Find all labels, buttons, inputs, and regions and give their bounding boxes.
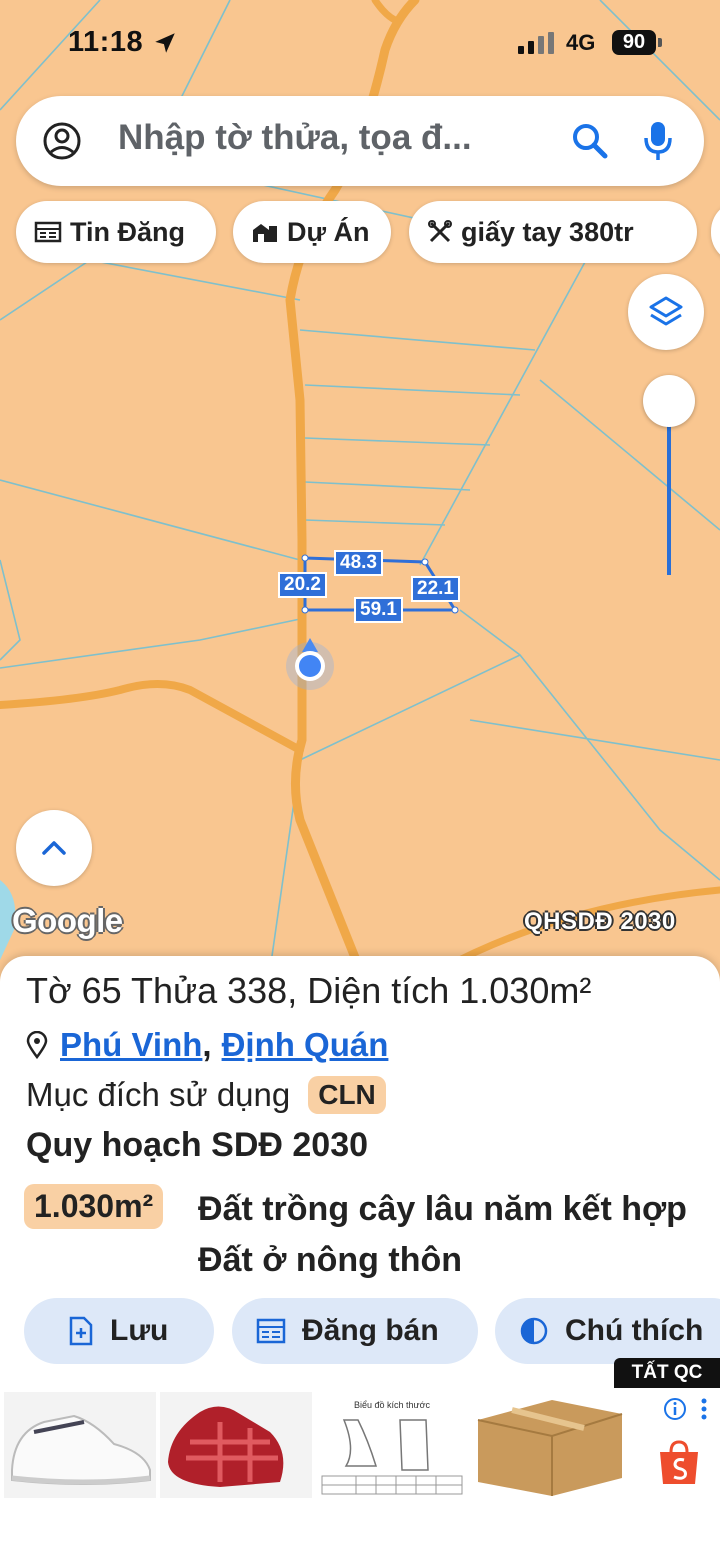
more-vert-icon[interactable] — [700, 1397, 708, 1421]
planning-title: Quy hoạch SDĐ 2030 — [26, 1126, 369, 1164]
ad-banner[interactable]: Biểu đồ kích thước — [0, 1388, 720, 1559]
save-label: Lưu — [110, 1314, 169, 1347]
map-view[interactable]: 48.3 20.2 22.1 59.1 11:18 4G 90 Nhập tờ … — [0, 0, 720, 970]
parcel-location: Phú Vinh , Định Quán — [26, 1026, 388, 1064]
post-sale-button[interactable]: Đăng bán — [232, 1298, 478, 1364]
ad-product-red-sandal[interactable] — [160, 1392, 312, 1498]
news-icon — [34, 221, 62, 243]
purpose-label: Mục đích sử dụng — [26, 1076, 291, 1113]
location-arrow-icon — [155, 33, 175, 53]
signal-icon — [518, 32, 554, 54]
commune-link[interactable]: Phú Vinh — [60, 1026, 202, 1064]
shoe-image — [11, 1414, 151, 1485]
box-image — [477, 1400, 623, 1496]
search-icon[interactable] — [570, 121, 610, 161]
size-chart-image — [321, 1419, 463, 1495]
district-link[interactable]: Định Quán — [222, 1026, 389, 1064]
save-button[interactable]: Lưu — [24, 1298, 214, 1364]
parcel-dim-top: 48.3 — [334, 550, 383, 576]
opacity-slider-thumb[interactable] — [643, 375, 695, 427]
layers-button[interactable] — [628, 274, 704, 350]
network-type: 4G — [566, 30, 596, 55]
layers-icon — [649, 296, 683, 326]
close-ads-button[interactable]: TẤT QC — [614, 1358, 720, 1388]
battery-tip — [658, 38, 662, 47]
planning-description: Đất trồng cây lâu năm kết hợp Đất ở nông… — [198, 1190, 687, 1279]
add-document-icon — [69, 1316, 93, 1346]
status-bar: 11:18 4G 90 — [0, 0, 720, 88]
news-icon — [256, 1318, 286, 1344]
chip-tin-dang[interactable]: Tin Đăng — [16, 201, 216, 263]
search-bar[interactable]: Nhập tờ thửa, tọa đ... — [16, 96, 704, 186]
location-separator: , — [202, 1026, 212, 1063]
contrast-icon — [520, 1317, 548, 1345]
ad-product-size-chart[interactable]: Biểu đồ kích thước — [316, 1392, 468, 1498]
parcel-dim-left: 20.2 — [278, 572, 327, 598]
parcel-dim-right: 22.1 — [411, 576, 460, 602]
google-attribution: Google — [12, 902, 123, 939]
chip-label: Dự Án — [287, 216, 370, 247]
purpose-code-badge: CLN — [308, 1076, 386, 1114]
sandal-image — [168, 1406, 284, 1487]
microphone-icon[interactable] — [642, 120, 674, 162]
post-sale-label: Đăng bán — [302, 1314, 439, 1347]
chip-du-an[interactable]: Dự Án — [233, 201, 391, 263]
parcel-title: Tờ 65 Thửa 338, Diện tích 1.030m² — [26, 970, 592, 1011]
shopping-bag-icon — [660, 1440, 698, 1484]
ad-product-box[interactable] — [472, 1392, 624, 1498]
chevron-up-icon — [42, 841, 66, 855]
building-icon — [253, 224, 277, 242]
planning-layer-label: QHSDĐ 2030 — [524, 908, 676, 935]
planning-area-badge: 1.030m² — [24, 1184, 164, 1229]
status-time: 11:18 — [68, 26, 144, 58]
land-purpose-row: Mục đích sử dụng CLN — [26, 1076, 386, 1114]
my-location-icon — [286, 638, 334, 690]
chip-label: giấy tay 380tr — [461, 216, 634, 247]
map-pin-icon — [26, 1031, 48, 1059]
search-input[interactable]: Nhập tờ thửa, tọa đ... — [118, 118, 472, 158]
ad-brand-area[interactable] — [654, 1392, 720, 1498]
legend-button[interactable]: Chú thích — [495, 1298, 720, 1364]
battery-level: 90 — [612, 30, 656, 55]
chip-label: Tin Đăng — [70, 216, 186, 247]
ad-product-white-shoe[interactable] — [4, 1392, 156, 1498]
info-icon[interactable] — [662, 1396, 688, 1422]
account-icon[interactable] — [42, 121, 82, 161]
legend-label: Chú thích — [565, 1314, 704, 1347]
chip-giay-tay[interactable]: giấy tay 380tr — [409, 201, 697, 263]
expand-button[interactable] — [16, 810, 92, 886]
opacity-slider-track[interactable] — [667, 403, 671, 575]
parcel-dim-bottom: 59.1 — [354, 597, 403, 623]
tools-icon — [428, 220, 452, 243]
size-chart-title: Biểu đồ kích thước — [354, 1400, 430, 1410]
